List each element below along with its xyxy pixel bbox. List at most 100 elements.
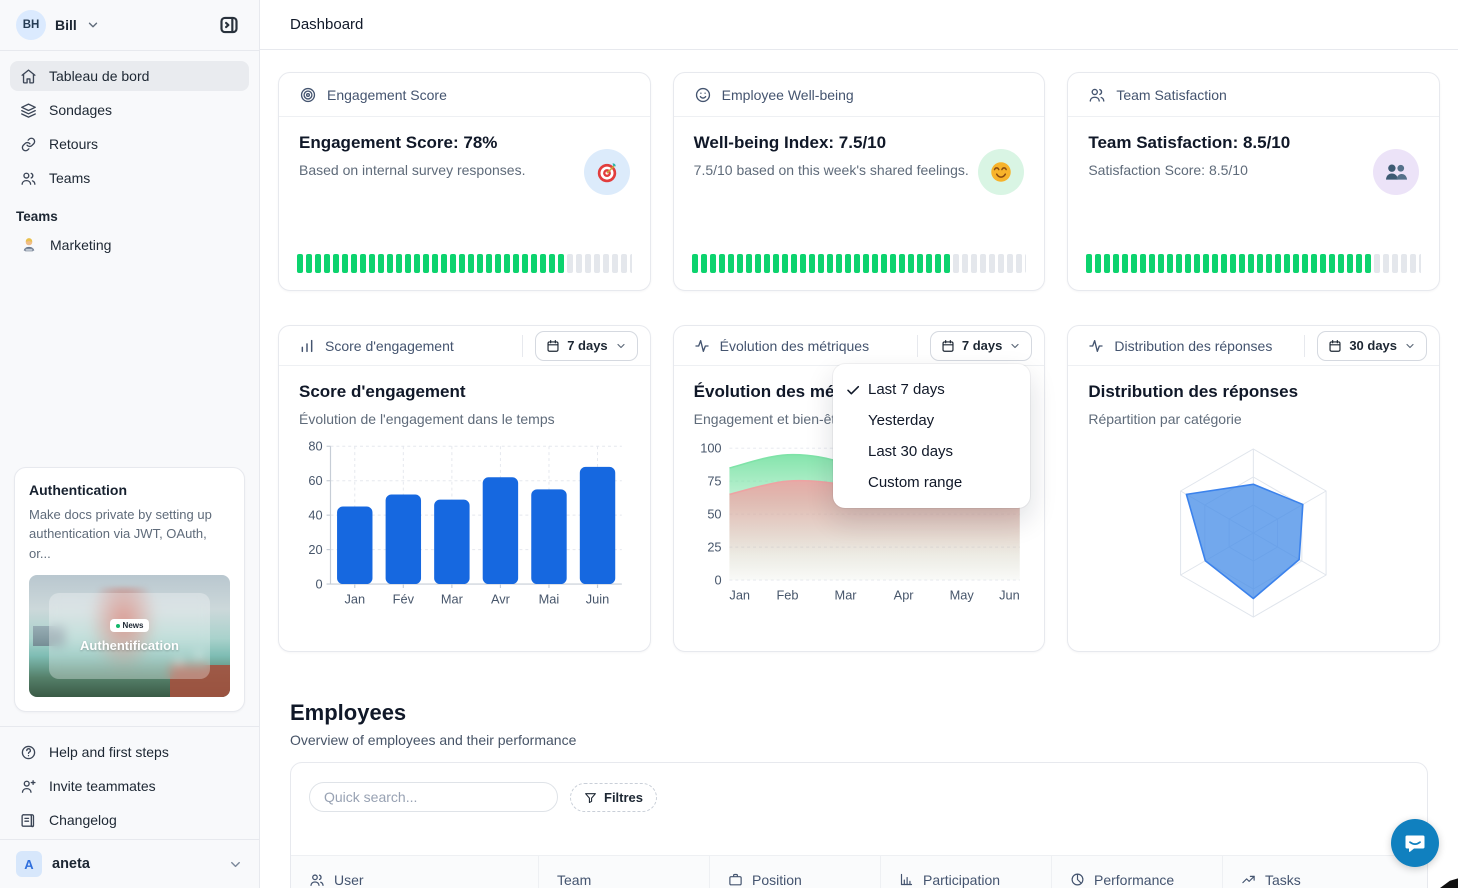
icon-spacer — [845, 475, 861, 491]
date-range-button[interactable]: 7 days — [930, 331, 1032, 361]
sidebar-item-label: Retours — [49, 136, 98, 152]
svg-text:Avr: Avr — [491, 592, 511, 607]
svg-text:Apr: Apr — [893, 588, 914, 603]
svg-text:50: 50 — [707, 507, 721, 522]
date-range-button[interactable]: 30 days — [1317, 331, 1427, 361]
card-header-label: Évolution des métriques — [720, 338, 907, 354]
user-plus-icon — [20, 778, 37, 795]
card-header: Distribution des réponses 30 days — [1068, 326, 1439, 366]
menu-item-yesterday[interactable]: Yesterday — [833, 405, 1030, 436]
bar-chart-icon — [899, 872, 914, 887]
range-label: 7 days — [962, 338, 1002, 353]
sidebar-item-label: Teams — [49, 170, 90, 186]
sidebar-collapse-button[interactable] — [213, 9, 245, 41]
teams-section-label: Teams — [0, 197, 259, 230]
column-header-user[interactable]: User — [291, 856, 538, 888]
content: Engagement Score Engagement Score: 78% B… — [260, 50, 1458, 888]
svg-text:20: 20 — [308, 542, 322, 557]
card-header: Évolution des métriques 7 days — [674, 326, 1045, 366]
chart-title: Score d'engagement — [299, 382, 630, 402]
sidebar-team-marketing[interactable]: Marketing — [10, 230, 249, 260]
svg-text:Mar: Mar — [441, 592, 464, 607]
sidebar-item-help[interactable]: Help and first steps — [10, 737, 249, 767]
metric-subtitle: Based on internal survey responses. — [299, 162, 630, 178]
progress-bar — [692, 254, 1027, 273]
green-dot-icon — [116, 624, 120, 628]
svg-text:0: 0 — [714, 572, 721, 587]
card-header-label: Engagement Score — [327, 87, 447, 103]
menu-item-last-30-days[interactable]: Last 30 days — [833, 436, 1030, 467]
sidebar-nav: Tableau de bord Sondages Retours Teams — [0, 51, 259, 197]
card-header: Score d'engagement 7 days — [279, 326, 650, 366]
promo-card[interactable]: Authentication Make docs private by sett… — [14, 467, 245, 713]
card-header-label: Team Satisfaction — [1116, 87, 1227, 103]
menu-item-custom-range[interactable]: Custom range — [833, 467, 1030, 498]
briefcase-icon — [728, 872, 743, 887]
svg-text:Feb: Feb — [776, 588, 798, 603]
pie-chart-icon — [1070, 872, 1085, 887]
promo-body: Make docs private by setting up authenti… — [29, 505, 230, 564]
divider — [917, 335, 918, 357]
icon-spacer — [845, 444, 861, 460]
workspace-name: aneta — [52, 856, 90, 872]
metric-cards-row: Engagement Score Engagement Score: 78% B… — [278, 72, 1440, 291]
technologist-emoji-icon — [20, 236, 38, 254]
svg-text:80: 80 — [308, 439, 322, 454]
column-header-team[interactable]: Team — [538, 856, 709, 888]
sidebar-item-teams[interactable]: Teams — [10, 163, 249, 193]
progress-bar — [297, 254, 632, 273]
chat-launcher-button[interactable] — [1391, 819, 1439, 867]
svg-text:May: May — [949, 588, 974, 603]
metric-title: Well-being Index: 7.5/10 — [694, 133, 1025, 153]
sidebar-item-feedback[interactable]: Retours — [10, 129, 249, 159]
sidebar: BH Bill Tableau de bord — [0, 0, 260, 888]
sidebar-item-surveys[interactable]: Sondages — [10, 95, 249, 125]
svg-text:60: 60 — [308, 473, 322, 488]
team-label: Marketing — [50, 237, 111, 253]
link-icon — [20, 136, 37, 153]
app: BH Bill Tableau de bord — [0, 0, 1458, 888]
date-range-button[interactable]: 7 days — [535, 331, 637, 361]
card-header-label: Employee Well-being — [722, 87, 854, 103]
svg-text:Jan: Jan — [729, 588, 750, 603]
users-icon — [309, 872, 325, 888]
topbar: Dashboard — [260, 0, 1458, 50]
calendar-icon — [1328, 339, 1342, 353]
workspace-switcher[interactable]: A aneta — [0, 840, 259, 888]
employees-title: Employees — [290, 700, 1428, 726]
footer-item-label: Help and first steps — [49, 744, 169, 760]
svg-text:0: 0 — [316, 576, 323, 591]
column-header-position[interactable]: Position — [709, 856, 880, 888]
svg-text:Mar: Mar — [834, 588, 857, 603]
search-input[interactable] — [309, 782, 558, 812]
panel-collapse-icon — [219, 15, 239, 35]
promo-image: News Authentification — [29, 575, 230, 697]
user-menu[interactable]: BH Bill — [16, 10, 100, 40]
svg-text:Jan: Jan — [344, 592, 365, 607]
activity-icon — [1088, 338, 1104, 354]
sidebar-item-changelog[interactable]: Changelog — [10, 805, 249, 835]
filters-button[interactable]: Filtres — [570, 783, 657, 812]
sidebar-item-label: Sondages — [49, 102, 112, 118]
chevron-down-icon — [1404, 340, 1416, 352]
menu-item-last-7-days[interactable]: Last 7 days — [833, 374, 1030, 405]
chart-title: Distribution des réponses — [1088, 382, 1419, 402]
sidebar-item-invite[interactable]: Invite teammates — [10, 771, 249, 801]
column-header-performance[interactable]: Performance — [1051, 856, 1222, 888]
column-header-participation[interactable]: Participation — [880, 856, 1051, 888]
column-header-tasks[interactable]: Tasks — [1222, 856, 1427, 888]
radar-chart — [1088, 437, 1419, 625]
svg-text:Jun: Jun — [999, 588, 1020, 603]
help-circle-icon — [20, 744, 37, 761]
main-area: Dashboard Engagement Score Engagement Sc… — [260, 0, 1458, 888]
calendar-icon — [941, 339, 955, 353]
svg-text:25: 25 — [707, 540, 721, 555]
sidebar-item-dashboard[interactable]: Tableau de bord — [10, 61, 249, 91]
promo-title: Authentication — [29, 482, 230, 498]
engagement-score-card: Engagement Score Engagement Score: 78% B… — [278, 72, 651, 291]
card-header-label: Distribution des réponses — [1114, 338, 1294, 354]
sidebar-header: BH Bill — [0, 0, 259, 50]
card-header: Engagement Score — [279, 73, 650, 117]
icon-spacer — [845, 413, 861, 429]
svg-text:40: 40 — [308, 508, 322, 523]
